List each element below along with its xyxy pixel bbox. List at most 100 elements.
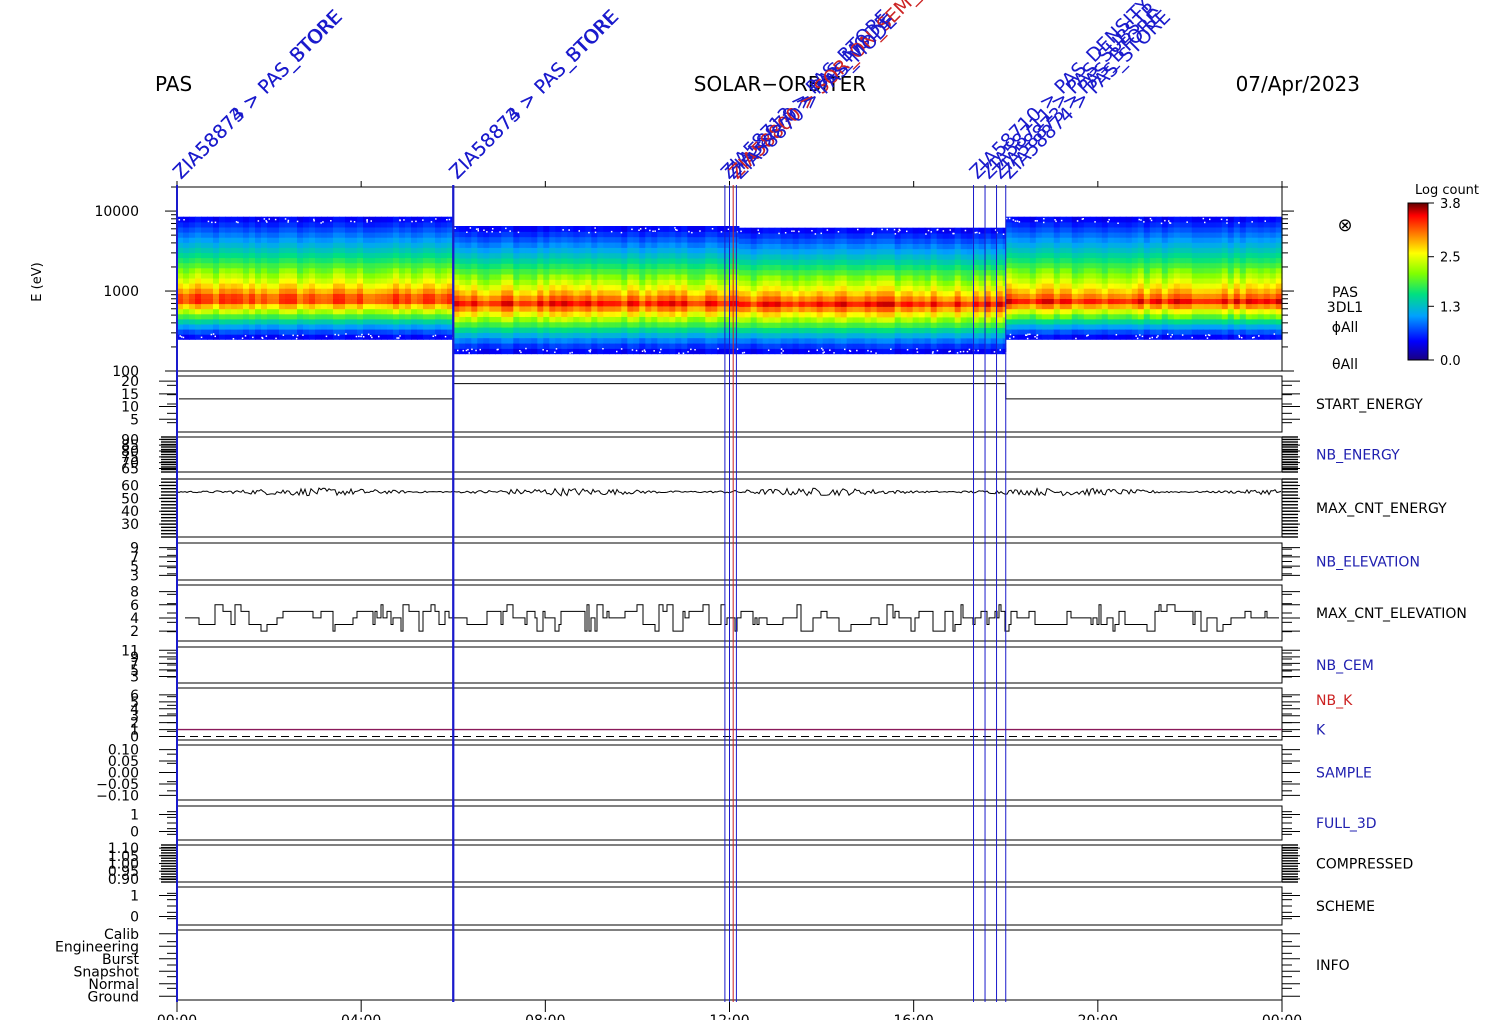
spectrogram-cell (591, 273, 598, 280)
spectrogram-cell (864, 316, 872, 323)
spectrogram-cell (1239, 221, 1247, 228)
spectrogram-cell (1023, 313, 1031, 320)
spectrogram-cell (870, 227, 878, 234)
spectrogram-cell (942, 269, 950, 276)
spectrogram-cell (363, 267, 370, 274)
spectrogram-cell (675, 300, 682, 307)
spectrogram-cell (1005, 298, 1013, 305)
spectrogram-cell (744, 316, 752, 323)
spectrogram-cell (417, 323, 424, 330)
spectrogram-cell (453, 247, 460, 254)
spectrogram-cell (1257, 221, 1265, 228)
spectrogram-cell (597, 231, 604, 238)
spectrogram-cell (1071, 293, 1079, 299)
spectrogram-cell (840, 343, 848, 349)
spectrogram-cell (207, 247, 214, 253)
spectrogram-cell (978, 343, 986, 349)
spectrogram-cell (345, 293, 352, 299)
spectrogram-speckle (568, 229, 570, 231)
spectrogram-cell (1071, 277, 1079, 284)
spectrogram-cell (1095, 237, 1103, 243)
spectrogram-speckle (956, 352, 959, 354)
spectrogram-cell (633, 284, 640, 291)
spectrogram-cell (507, 332, 514, 339)
spectrogram-cell (645, 242, 652, 248)
spectrogram-cell (1041, 308, 1049, 315)
spectrogram-speckle (717, 347, 719, 350)
spectrogram-cell (1047, 221, 1055, 228)
spectrogram-cell (1263, 293, 1271, 299)
spectrogram-speckle (1191, 336, 1193, 339)
date-title: 07/Apr/2023 (1236, 72, 1360, 96)
spectrogram-cell (315, 293, 322, 299)
spectrogram-cell (411, 277, 418, 284)
spectrogram-cell (1023, 277, 1031, 284)
spectrogram-cell (966, 280, 974, 286)
spectrogram-cell (744, 253, 752, 260)
spectrogram-cell (303, 293, 310, 299)
spectrogram-cell (267, 303, 274, 310)
spectrogram-cell (744, 306, 752, 313)
spectrogram-cell (912, 327, 920, 334)
spectrogram-cell (729, 273, 736, 280)
spectrogram-cell (960, 274, 968, 281)
spectrogram-cell (651, 300, 658, 307)
spectrogram-cell (750, 259, 758, 265)
spectrogram-cell (609, 252, 616, 259)
spectrogram-cell (738, 232, 746, 239)
spectrogram-cell (585, 263, 592, 270)
spectrogram-speckle (509, 230, 511, 232)
spectrogram-cell (645, 348, 652, 355)
spectrogram-cell (960, 238, 968, 244)
spectrogram-cell (1179, 226, 1187, 233)
spectrogram-cell (750, 311, 758, 318)
spectrogram-cell (822, 301, 830, 307)
spectrogram-cell (1053, 308, 1061, 315)
spectrogram-cell (579, 305, 586, 312)
spectrogram-cell (207, 237, 214, 243)
spectrogram-cell (1023, 288, 1031, 294)
spectrogram-cell (822, 316, 830, 323)
spectrogram-cell (1239, 308, 1247, 315)
spectrogram-cell (213, 232, 220, 238)
spectrogram-cell (948, 285, 956, 292)
spectrogram-cell (1041, 303, 1049, 310)
spectrogram-cell (1257, 288, 1265, 294)
spectrogram-cell (375, 247, 382, 253)
spectrogram-cell (1173, 288, 1181, 294)
spectrogram-cell (816, 290, 824, 297)
spectrogram-cell (822, 295, 830, 302)
spectrogram-cell (1269, 221, 1277, 228)
spectrogram-cell (1257, 277, 1265, 284)
spectrogram-speckle (906, 349, 909, 351)
spectrogram-cell (729, 242, 736, 248)
spectrogram-cell (1233, 318, 1241, 325)
spectrogram-cell (261, 283, 268, 289)
spectrogram-speckle (1258, 335, 1260, 337)
spectrogram-cell (609, 300, 616, 307)
spectrogram-cell (423, 247, 430, 253)
spectrogram-cell (756, 269, 764, 276)
spectrogram-cell (1197, 288, 1205, 294)
spectrogram-speckle (829, 349, 831, 351)
spectrogram-cell (291, 318, 298, 325)
spectrogram-speckle (886, 228, 888, 231)
spectrogram-cell (591, 332, 598, 339)
spectrogram-cell (744, 269, 752, 276)
spectrogram-cell (924, 306, 932, 313)
spectrogram-cell (1089, 313, 1097, 320)
spectrogram-speckle (457, 349, 459, 352)
spectrogram-cell (663, 252, 670, 259)
spectrogram-cell (894, 343, 902, 349)
spectrogram-cell (243, 226, 250, 233)
spectrogram-cell (996, 238, 1004, 244)
spectrogram-cell (828, 285, 836, 292)
spectrogram-cell (828, 316, 836, 323)
spectrogram-cell (1095, 308, 1103, 315)
spectrogram-cell (1089, 318, 1097, 325)
spectrogram-cell (1173, 257, 1181, 264)
spectrogram-cell (1239, 323, 1247, 330)
spectrogram-cell (756, 290, 764, 297)
spectrogram-cell (1137, 257, 1145, 264)
spectrogram-speckle (562, 229, 564, 231)
